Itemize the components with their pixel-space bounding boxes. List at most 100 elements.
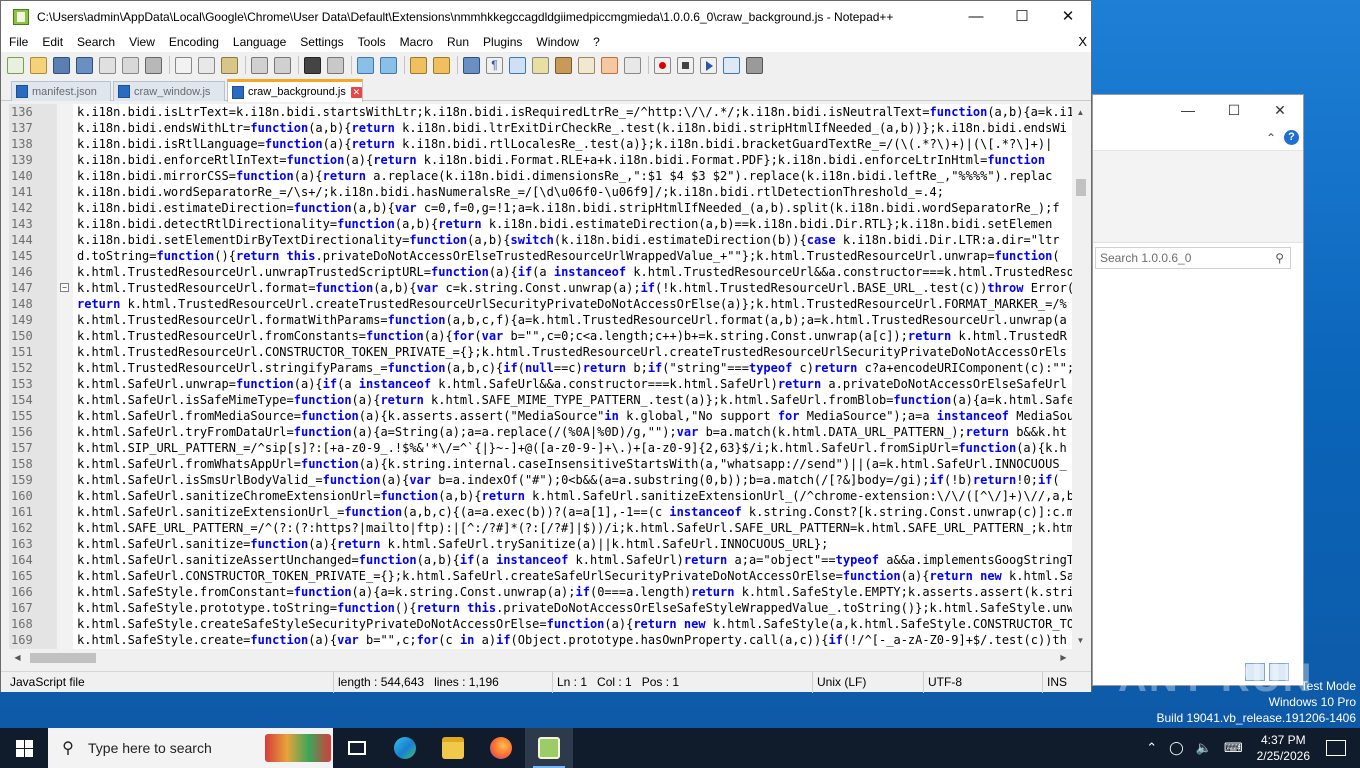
close-tab-icon[interactable]: ✕	[350, 86, 362, 98]
menu-help[interactable]: ?	[586, 35, 607, 49]
undo-icon[interactable]	[251, 56, 268, 74]
open-file-icon[interactable]	[30, 56, 47, 74]
horizontal-scroll-thumb[interactable]	[30, 653, 96, 663]
background-explorer-window[interactable]: — ☐ ✕ ⌃ ? Search 1.0.0.6_0 ⚲	[1092, 94, 1304, 686]
menu-search[interactable]: Search	[70, 35, 122, 49]
code-line[interactable]: 141 k.i18n.bidi.wordSeparatorRe_=/\s+/;k.…	[9, 184, 1072, 200]
code-line[interactable]: 167 k.html.SafeStyle.prototype.toString=f…	[9, 600, 1072, 616]
monitoring-icon[interactable]	[624, 56, 641, 74]
code-line[interactable]: 142 k.i18n.bidi.estimateDirection=functio…	[9, 200, 1072, 216]
menu-macro[interactable]: Macro	[393, 35, 440, 49]
close-file-icon[interactable]	[99, 56, 116, 74]
save-icon[interactable]	[53, 56, 70, 74]
code-line[interactable]: 138 k.i18n.bidi.isRtlLanguage=function(a)…	[9, 136, 1072, 152]
replace-icon[interactable]	[327, 56, 344, 74]
code-line[interactable]: 163 k.html.SafeUrl.sanitize=function(a){r…	[9, 536, 1072, 552]
code-line[interactable]: 149 k.html.TrustedResourceUrl.formatWithP…	[9, 312, 1072, 328]
indent-guide-icon[interactable]	[509, 56, 526, 74]
chevron-down-icon[interactable]: ⌃	[1266, 131, 1276, 145]
code-line[interactable]: 164 k.html.SafeUrl.sanitizeAssertUnchange…	[9, 552, 1072, 568]
chevron-up-icon[interactable]: ⌃	[1146, 740, 1157, 756]
horizontal-scrollbar[interactable]: ◀ ▶	[9, 649, 1072, 666]
record-macro-icon[interactable]	[654, 56, 671, 74]
code-line[interactable]: 145 d.toString=function(){return this.pri…	[9, 248, 1072, 264]
menu-run[interactable]: Run	[440, 35, 476, 49]
close-icon[interactable]: ✕	[1257, 102, 1303, 119]
menu-file[interactable]: File	[1, 35, 35, 49]
tab-craw-background-js[interactable]: craw_background.js ✕	[227, 79, 363, 102]
menu-tools[interactable]: Tools	[351, 35, 393, 49]
code-line[interactable]: 162 k.html.SAFE_URL_PATTERN_=/^(?:(?:http…	[9, 520, 1072, 536]
folder-as-workspace-icon[interactable]	[601, 56, 618, 74]
scroll-right-icon[interactable]: ▶	[1055, 649, 1072, 666]
copy-icon[interactable]	[198, 56, 215, 74]
volume-icon[interactable]: 🔈	[1196, 740, 1212, 756]
vertical-scrollbar[interactable]: ▲ ▼	[1072, 104, 1089, 649]
code-line[interactable]: 168 k.html.SafeStyle.createSafeStyleSecur…	[9, 616, 1072, 632]
language-udl-icon[interactable]	[532, 56, 549, 74]
close-all-icon[interactable]	[122, 56, 139, 74]
cut-icon[interactable]	[175, 56, 192, 74]
code-line[interactable]: 150 k.html.TrustedResourceUrl.fromConstan…	[9, 328, 1072, 344]
vertical-scroll-thumb[interactable]	[1076, 179, 1086, 196]
minimize-icon[interactable]: —	[1165, 102, 1211, 118]
code-line[interactable]: 143 k.i18n.bidi.detectRtlDirectionality=f…	[9, 216, 1072, 232]
code-line[interactable]: 154 k.html.SafeUrl.isSafeMimeType=functio…	[9, 392, 1072, 408]
minimize-button[interactable]: —	[953, 1, 999, 32]
document-map-icon[interactable]	[555, 56, 572, 74]
menu-encoding[interactable]: Encoding	[162, 35, 226, 49]
code-line[interactable]: 165 k.html.SafeUrl.CONSTRUCTOR_TOKEN_PRIV…	[9, 568, 1072, 584]
show-all-characters-icon[interactable]: ¶	[486, 56, 503, 74]
paste-icon[interactable]	[221, 56, 238, 74]
save-macro-icon[interactable]	[746, 56, 763, 74]
code-line[interactable]: 155 k.html.SafeUrl.fromMediaSource=functi…	[9, 408, 1072, 424]
close-button[interactable]: ✕	[1045, 1, 1091, 32]
redo-icon[interactable]	[274, 56, 291, 74]
code-line[interactable]: 147 − k.html.TrustedResourceUrl.format=fun…	[9, 280, 1072, 296]
menu-view[interactable]: View	[122, 35, 162, 49]
code-line[interactable]: 139 k.i18n.bidi.enforceRtlInText=function…	[9, 152, 1072, 168]
run-macro-multiple-icon[interactable]	[723, 56, 740, 74]
code-line[interactable]: 153 k.html.SafeUrl.unwrap=function(a){if(…	[9, 376, 1072, 392]
scroll-down-icon[interactable]: ▼	[1072, 632, 1089, 649]
stop-macro-icon[interactable]	[677, 56, 694, 74]
code-line[interactable]: 136 k.i18n.bidi.isLtrText=k.i18n.bidi.sta…	[9, 104, 1072, 120]
help-icon[interactable]: ?	[1284, 130, 1299, 145]
menu-settings[interactable]: Settings	[293, 35, 350, 49]
taskbar-edge[interactable]	[381, 728, 429, 768]
play-macro-icon[interactable]	[700, 56, 717, 74]
save-all-icon[interactable]	[76, 56, 93, 74]
new-file-icon[interactable]	[7, 56, 24, 74]
code-line[interactable]: 152 k.html.TrustedResourceUrl.stringifyPa…	[9, 360, 1072, 376]
zoom-in-icon[interactable]	[357, 56, 374, 74]
code-line[interactable]: 156 k.html.SafeUrl.tryFromDataUrl=functio…	[9, 424, 1072, 440]
taskbar-firefox[interactable]	[477, 728, 525, 768]
close-document-button[interactable]: X	[1078, 34, 1087, 49]
code-line[interactable]: 140 k.i18n.bidi.mirrorCSS=function(a){ret…	[9, 168, 1072, 184]
zoom-out-icon[interactable]	[380, 56, 397, 74]
code-line[interactable]: 146 k.html.TrustedResourceUrl.unwrapTrust…	[9, 264, 1072, 280]
scroll-up-icon[interactable]: ▲	[1072, 104, 1089, 121]
code-line[interactable]: 158 k.html.SafeUrl.fromWhatsAppUrl=functi…	[9, 456, 1072, 472]
maximize-icon[interactable]: ☐	[1211, 102, 1257, 119]
menu-edit[interactable]: Edit	[35, 35, 70, 49]
notification-icon[interactable]	[1326, 740, 1346, 756]
code-line[interactable]: 151 k.html.TrustedResourceUrl.CONSTRUCTOR…	[9, 344, 1072, 360]
network-icon[interactable]: ◯	[1169, 740, 1184, 756]
code-line[interactable]: 144 k.i18n.bidi.setElementDirByTextDirect…	[9, 232, 1072, 248]
code-line[interactable]: 159 k.html.SafeUrl.isSmsUrlBodyValid_=fun…	[9, 472, 1072, 488]
tab-manifest-json[interactable]: manifest.json	[11, 81, 111, 101]
start-button[interactable]	[0, 728, 48, 768]
word-wrap-icon[interactable]	[463, 56, 480, 74]
menu-plugins[interactable]: Plugins	[476, 35, 529, 49]
folder-search-input[interactable]: Search 1.0.0.6_0 ⚲	[1095, 247, 1291, 269]
code-line[interactable]: 148 return k.html.TrustedResourceUrl.crea…	[9, 296, 1072, 312]
code-line[interactable]: 169 k.html.SafeStyle.create=function(a){v…	[9, 632, 1072, 648]
code-line[interactable]: 161 k.html.SafeUrl.sanitizeExtensionUrl_=…	[9, 504, 1072, 520]
sync-vertical-icon[interactable]	[410, 56, 427, 74]
maximize-button[interactable]: ☐	[999, 1, 1045, 32]
notepad-plus-plus-window[interactable]: C:\Users\admin\AppData\Local\Google\Chro…	[0, 0, 1092, 693]
print-icon[interactable]	[145, 56, 162, 74]
code-line[interactable]: 157 k.html.SIP_URL_PATTERN_=/^sip[s]?:[+a…	[9, 440, 1072, 456]
code-line[interactable]: 137 k.i18n.bidi.endsWithLtr=function(a,b)…	[9, 120, 1072, 136]
